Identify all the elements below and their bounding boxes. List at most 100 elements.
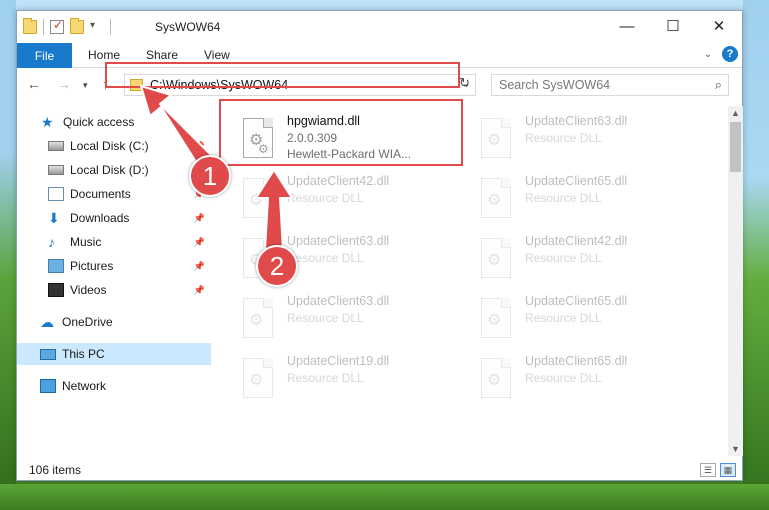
file-type: Resource DLL [525, 371, 602, 385]
file-tile[interactable]: ⚙ UpdateClient65.dll Resource DLL [475, 172, 705, 228]
file-name: UpdateClient63.dll [287, 234, 390, 248]
navigation-pane: ★ Quick access Local Disk (C:) 📌 Local D… [17, 106, 211, 456]
scroll-thumb[interactable] [730, 122, 741, 172]
sidebar-item-label: Documents [70, 187, 131, 201]
file-name: UpdateClient65.dll [525, 294, 628, 308]
disk-icon [48, 165, 64, 175]
file-type: Resource DLL [525, 311, 602, 325]
sidebar-item-label: Local Disk (C:) [70, 139, 149, 153]
pin-icon: 📌 [193, 140, 205, 151]
vertical-scrollbar[interactable]: ▲ ▼ [728, 106, 743, 456]
dll-file-icon: ⚙ [481, 238, 515, 282]
back-arrow-icon[interactable]: ← [27, 76, 41, 92]
file-type: Resource DLL [287, 251, 364, 265]
expand-ribbon-icon[interactable]: ⌄ [704, 49, 712, 60]
step-1-badge: 1 [189, 155, 231, 197]
file-type: Resource DLL [525, 251, 602, 265]
sidebar-item-local-disk-d[interactable]: Local Disk (D:) [17, 159, 211, 181]
file-tile[interactable]: ⚙ UpdateClient63.dll Resource DLL [475, 112, 705, 168]
search-input[interactable]: Search SysWOW64 ⌕ [491, 74, 729, 96]
tab-file[interactable]: File [17, 43, 72, 68]
status-bar: 106 items ☰ ▦ [17, 459, 742, 481]
file-name: UpdateClient42.dll [287, 174, 390, 188]
sidebar-item-quick-access[interactable]: ★ Quick access [17, 111, 211, 133]
sidebar-item-this-pc[interactable]: This PC [17, 343, 211, 365]
background-bottom [0, 484, 769, 510]
file-tile[interactable]: ⚙ UpdateClient42.dll Resource DLL [237, 172, 467, 228]
customize-toolbar-icon[interactable]: ▾ [90, 20, 104, 34]
dll-file-icon: ⚙ [243, 178, 277, 222]
pin-icon: 📌 [193, 212, 205, 223]
sidebar-item-local-disk-c[interactable]: Local Disk (C:) 📌 [17, 135, 211, 157]
item-count: 106 items [29, 463, 82, 477]
quick-access-toolbar: ▾ [23, 18, 111, 36]
music-icon: ♪ [48, 234, 55, 250]
tab-view[interactable]: View [204, 48, 230, 62]
background-left [0, 0, 16, 510]
sidebar-item-videos[interactable]: Videos 📌 [17, 279, 211, 301]
dll-file-icon: ⚙ [243, 358, 277, 402]
sidebar-item-onedrive[interactable]: ☁ OneDrive [17, 311, 211, 333]
dll-file-icon: ⚙ [481, 358, 515, 402]
file-name: UpdateClient19.dll [287, 354, 390, 368]
file-name: UpdateClient65.dll [525, 354, 628, 368]
file-name: UpdateClient63.dll [287, 294, 390, 308]
search-placeholder: Search SysWOW64 [499, 78, 611, 92]
file-name: UpdateClient42.dll [525, 234, 628, 248]
new-folder-icon[interactable] [70, 18, 84, 34]
file-highlight-box [219, 99, 463, 166]
disk-icon [48, 141, 64, 151]
title-bar: ▾ SysWOW64 — ☐ ✕ [17, 11, 742, 43]
file-tile[interactable]: ⚙ UpdateClient65.dll Resource DLL [475, 352, 705, 408]
dll-file-icon: ⚙ [243, 298, 277, 342]
window-title: SysWOW64 [155, 20, 221, 34]
step-2-badge: 2 [256, 245, 298, 287]
dll-file-icon: ⚙ [481, 178, 515, 222]
scroll-up-icon[interactable]: ▲ [731, 108, 740, 118]
file-type: Resource DLL [287, 371, 364, 385]
search-icon: ⌕ [714, 77, 722, 92]
details-view-icon[interactable]: ☰ [700, 463, 716, 477]
tiles-view-icon[interactable]: ▦ [720, 463, 736, 477]
file-tile[interactable]: ⚙ UpdateClient63.dll Resource DLL [237, 292, 467, 348]
background-right [743, 0, 769, 510]
sidebar-item-label: Music [70, 235, 102, 249]
star-icon: ★ [41, 114, 54, 130]
tab-home[interactable]: Home [88, 48, 120, 62]
divider [43, 19, 44, 35]
dll-file-icon: ⚙ [481, 298, 515, 342]
sidebar-item-pictures[interactable]: Pictures 📌 [17, 255, 211, 277]
sidebar-item-label: OneDrive [62, 315, 113, 329]
pin-icon: 📌 [193, 284, 205, 295]
recent-locations-icon[interactable]: ▾ [83, 80, 88, 91]
network-icon [40, 379, 56, 393]
sidebar-item-label: Quick access [63, 115, 135, 129]
close-button[interactable]: ✕ [696, 11, 742, 41]
videos-icon [48, 283, 64, 297]
divider [110, 19, 111, 35]
properties-icon[interactable] [50, 18, 64, 34]
maximize-button[interactable]: ☐ [650, 11, 696, 41]
file-type: Resource DLL [525, 131, 602, 145]
minimize-button[interactable]: — [604, 11, 650, 41]
sidebar-item-documents[interactable]: Documents 📌 [17, 183, 211, 205]
sidebar-item-downloads[interactable]: ⬇ Downloads 📌 [17, 207, 211, 229]
download-icon: ⬇ [48, 210, 60, 226]
scroll-down-icon[interactable]: ▼ [731, 444, 740, 454]
sidebar-item-label: Videos [70, 283, 107, 297]
forward-arrow-icon[interactable]: → [57, 76, 71, 92]
sidebar-item-label: Downloads [70, 211, 130, 225]
help-icon[interactable]: ? [722, 46, 738, 62]
sidebar-item-label: This PC [62, 347, 105, 361]
file-tile[interactable]: ⚙ UpdateClient65.dll Resource DLL [475, 292, 705, 348]
pictures-icon [48, 259, 64, 273]
sidebar-item-label: Network [62, 379, 107, 393]
sidebar-item-network[interactable]: Network [17, 375, 211, 397]
tab-share[interactable]: Share [146, 48, 178, 62]
file-type: Resource DLL [525, 191, 602, 205]
file-tile[interactable]: ⚙ UpdateClient42.dll Resource DLL [475, 232, 705, 288]
sidebar-item-music[interactable]: ♪ Music 📌 [17, 231, 211, 253]
dll-file-icon: ⚙ [481, 118, 515, 162]
file-type: Resource DLL [287, 311, 364, 325]
file-tile[interactable]: ⚙ UpdateClient19.dll Resource DLL [237, 352, 467, 408]
